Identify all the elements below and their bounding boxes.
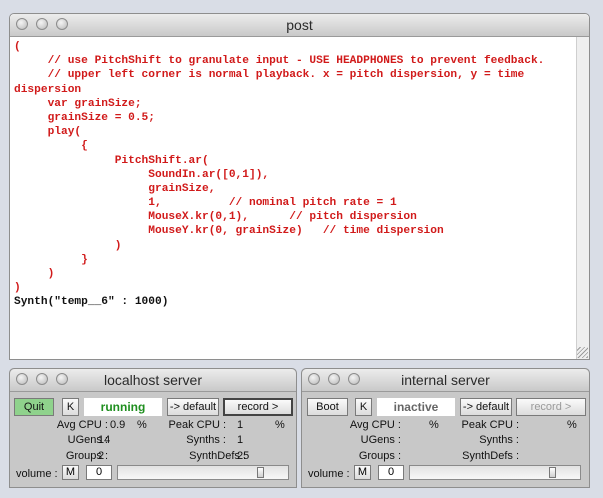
synths-label: Synths : — [186, 434, 226, 446]
volume-slider[interactable] — [117, 465, 289, 480]
localhost-titlebar[interactable]: localhost server — [10, 369, 296, 392]
code-line: var grainSize; — [14, 97, 142, 110]
code-line: ( — [14, 41, 21, 53]
peak-cpu-unit: % — [567, 419, 577, 431]
server-status-label: running — [84, 398, 162, 416]
code-line: play( — [14, 126, 82, 139]
volume-label: volume : — [16, 468, 58, 480]
mute-button[interactable]: M — [62, 465, 79, 480]
code-line: ) — [14, 268, 55, 280]
code-line: } — [14, 253, 88, 266]
boot-button[interactable]: Boot — [307, 398, 348, 416]
code-line: // upper left corner is normal playback.… — [14, 69, 525, 82]
code-line: ) — [14, 239, 122, 252]
kill-button[interactable]: K — [355, 398, 372, 416]
ugens-value: 14 — [98, 434, 111, 446]
server-status-label: inactive — [377, 398, 455, 416]
avg-cpu-unit: % — [429, 419, 439, 431]
internal-server-window: internal server Boot K inactive -> defau… — [301, 368, 590, 488]
synths-label: Synths : — [479, 434, 519, 446]
internal-window-title: internal server — [401, 372, 490, 388]
code-line: dispersion — [14, 83, 82, 96]
avg-cpu-unit: % — [137, 419, 147, 431]
code-line: // use PitchShift to granulate input - U… — [14, 55, 545, 68]
peak-cpu-label: Peak CPU : — [168, 419, 226, 431]
volume-slider[interactable] — [409, 465, 581, 480]
mute-button[interactable]: M — [354, 465, 371, 480]
synthdefs-value: 25 — [237, 450, 250, 462]
avg-cpu-label: Avg CPU : — [56, 419, 108, 431]
code-line: grainSize, — [14, 182, 216, 195]
code-line: grainSize = 0.5; — [14, 111, 155, 124]
internal-titlebar[interactable]: internal server — [302, 369, 589, 392]
code-line: ) — [14, 282, 21, 295]
default-server-button[interactable]: -> default — [167, 398, 219, 416]
post-titlebar[interactable]: post — [10, 14, 589, 37]
peak-cpu-unit: % — [275, 419, 285, 431]
volume-number-field[interactable]: 0 — [86, 465, 112, 480]
volume-label: volume : — [308, 468, 350, 480]
record-button[interactable]: record > — [516, 398, 586, 416]
ugens-label: UGens : — [360, 434, 401, 446]
code-line: 1, // nominal pitch rate = 1 — [14, 197, 397, 210]
code-line: MouseX.kr(0,1), // pitch dispersion — [14, 211, 417, 224]
code-line: { — [14, 140, 88, 153]
code-line: SoundIn.ar([0,1]), — [14, 168, 270, 181]
result-line: Synth("temp__6" : 1000) — [14, 296, 169, 309]
quit-button[interactable]: Quit — [14, 398, 54, 416]
avg-cpu-label: Avg CPU : — [349, 419, 401, 431]
code-line: PitchShift.ar( — [14, 154, 209, 167]
synths-value: 1 — [237, 434, 244, 446]
record-button[interactable]: record > — [223, 398, 293, 416]
vertical-scrollbar[interactable] — [576, 37, 589, 359]
groups-label: Groups : — [358, 450, 401, 462]
peak-cpu-value: 1 — [237, 419, 244, 431]
localhost-window-title: localhost server — [103, 372, 203, 388]
volume-slider-knob[interactable] — [257, 467, 264, 478]
peak-cpu-label: Peak CPU : — [461, 419, 519, 431]
code-line: MouseY.kr(0, grainSize) // time dispersi… — [14, 225, 444, 238]
post-window-title: post — [286, 17, 313, 33]
post-window: post ( // use PitchShift to granulate in… — [9, 13, 590, 360]
avg-cpu-value: 0.9 — [110, 419, 126, 431]
kill-button[interactable]: K — [62, 398, 79, 416]
groups-value: 2 — [98, 450, 105, 462]
volume-slider-knob[interactable] — [549, 467, 556, 478]
post-text-area[interactable]: ( // use PitchShift to granulate input -… — [10, 37, 576, 359]
volume-number-field[interactable]: 0 — [378, 465, 404, 480]
resize-grip-icon[interactable] — [577, 347, 588, 358]
localhost-server-window: localhost server Quit K running -> defau… — [9, 368, 297, 488]
default-server-button[interactable]: -> default — [460, 398, 512, 416]
synthdefs-label: SynthDefs : — [462, 450, 519, 462]
